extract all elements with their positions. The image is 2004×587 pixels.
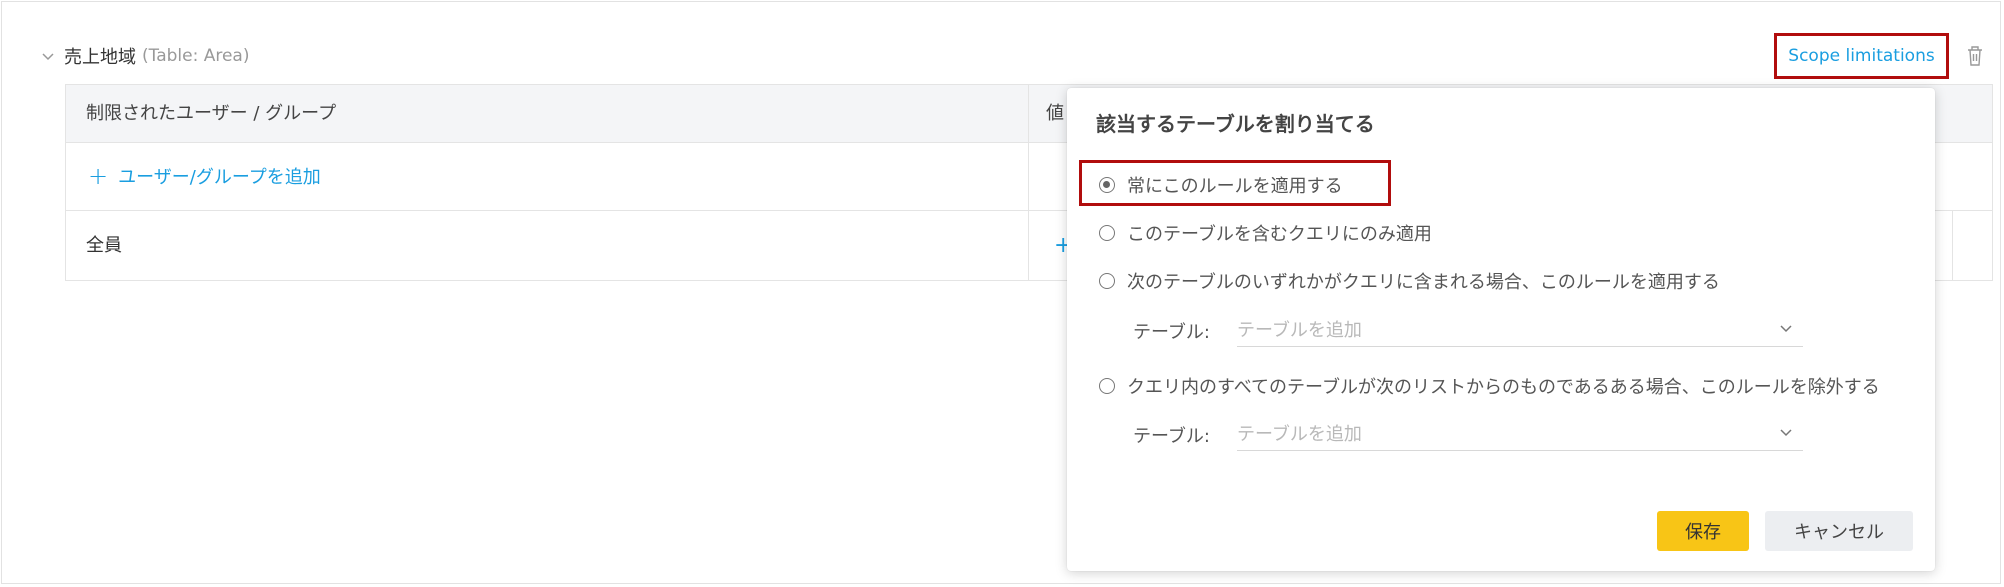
option-label: 常にこのルールを適用する (1127, 176, 1343, 197)
chevron-down-icon (1780, 429, 1792, 437)
table-select-exclude[interactable]: テーブルを追加 (1237, 416, 1803, 451)
scope-limitations-highlight: Scope limitations (1774, 33, 1949, 79)
chevron-down-icon[interactable] (40, 48, 56, 64)
table-select-include[interactable]: テーブルを追加 (1237, 312, 1803, 347)
add-user-group-button[interactable]: + ユーザー/グループを追加 (88, 142, 321, 210)
section-title: 売上地域 (64, 47, 136, 68)
plus-icon: + (88, 162, 109, 190)
option-label: 次のテーブルのいずれかがクエリに含まれる場合、このルールを適用する (1127, 272, 1720, 293)
popover-title: 該当するテーブルを割り当てる (1096, 112, 1375, 136)
option-label: クエリ内のすべてのテーブルが次のリストからのものであるある場合、このルールを除外… (1127, 377, 1880, 398)
cancel-button[interactable]: キャンセル (1765, 511, 1913, 551)
option-label: このテーブルを含むクエリにのみ適用 (1127, 224, 1432, 245)
add-user-group-label: ユーザー/グループを追加 (118, 167, 321, 188)
header-users-groups: 制限されたユーザー / グループ (86, 103, 337, 124)
section-subtitle: (Table: Area) (142, 46, 250, 66)
table-label: テーブル: (1133, 426, 1210, 447)
radio-icon[interactable] (1099, 225, 1115, 241)
scope-limitations-popover: 該当するテーブルを割り当てる 常にこのルールを適用する このテーブルを含むクエリ… (1067, 88, 1935, 571)
section-header[interactable]: 売上地域 (Table: Area) (40, 42, 249, 70)
radio-icon[interactable] (1099, 378, 1115, 394)
scope-limitations-link[interactable]: Scope limitations (1788, 46, 1934, 66)
radio-icon[interactable] (1099, 273, 1115, 289)
option-apply-if-any-table[interactable]: 次のテーブルのいずれかがクエリに含まれる場合、このルールを適用する (1099, 268, 1720, 294)
chevron-down-icon (1780, 325, 1792, 333)
radio-icon[interactable] (1099, 177, 1115, 193)
table-select-placeholder: テーブルを追加 (1237, 424, 1362, 445)
option-exclude-if-all-tables[interactable]: クエリ内のすべてのテーブルが次のリストからのものであるある場合、このルールを除外… (1099, 373, 1880, 399)
table-select-placeholder: テーブルを追加 (1237, 320, 1362, 341)
trash-icon[interactable] (1965, 44, 1985, 68)
row-user-name: 全員 (86, 235, 122, 256)
table-label: テーブル: (1133, 322, 1210, 343)
option-only-queries-with-table[interactable]: このテーブルを含むクエリにのみ適用 (1099, 220, 1432, 246)
option-always-apply[interactable]: 常にこのルールを適用する (1099, 172, 1343, 198)
header-value: 値 (1046, 103, 1064, 124)
save-button[interactable]: 保存 (1657, 511, 1749, 551)
